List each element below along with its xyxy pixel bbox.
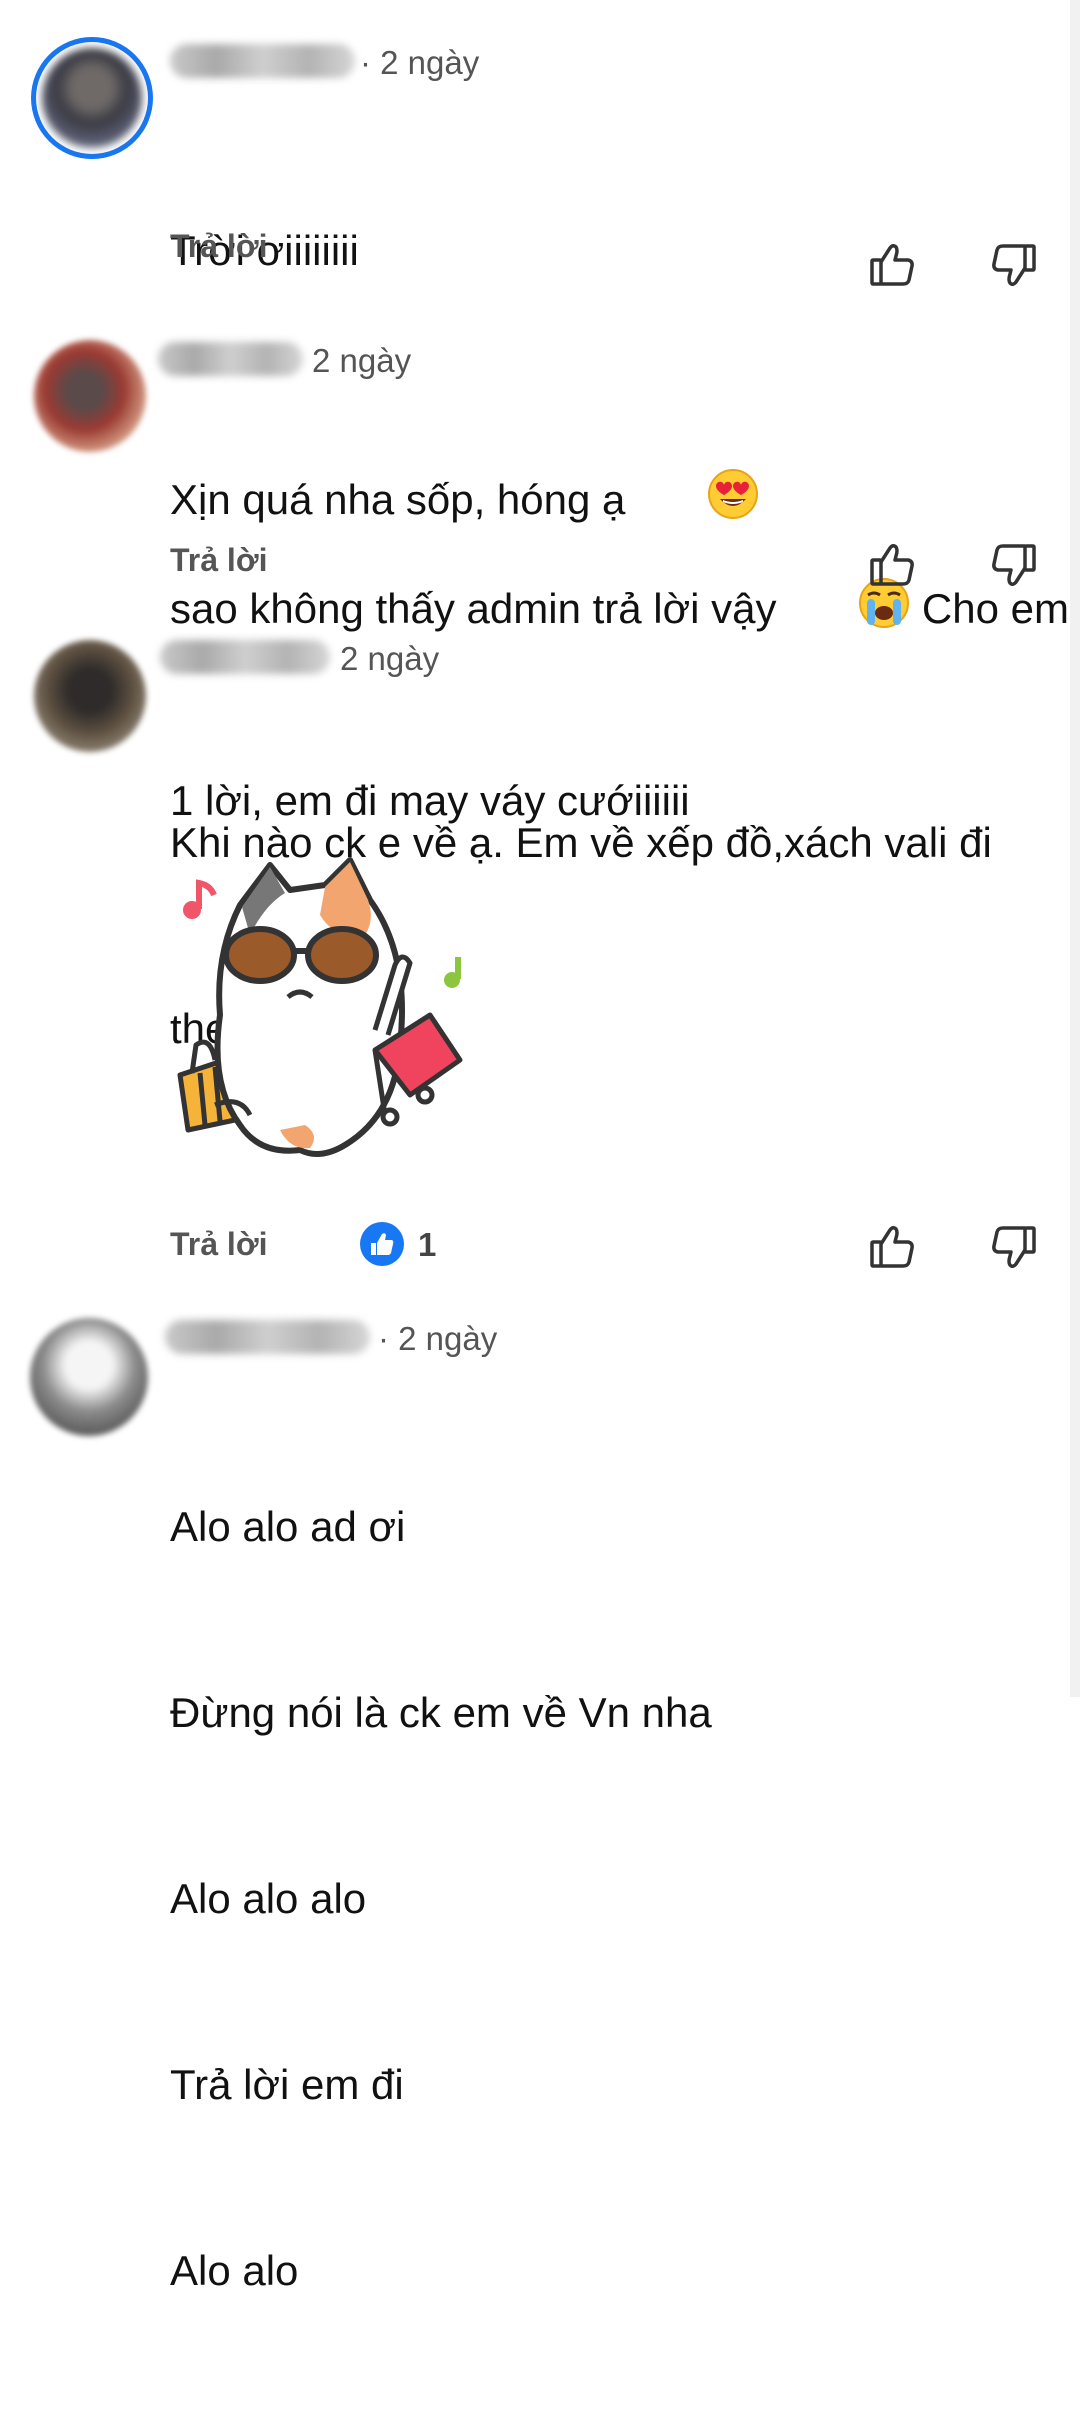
comment-time: 2 ngày (340, 640, 440, 677)
comment-line: Alo alo (170, 2247, 299, 2294)
like-count: 1 (418, 1226, 437, 1263)
avatar[interactable] (34, 340, 146, 452)
like-reaction-icon[interactable] (360, 1222, 404, 1266)
comment-line: Đừng nói là ck em về Vn nha (170, 1689, 712, 1736)
thumbs-up-icon[interactable] (868, 240, 918, 290)
username-blurred[interactable] (170, 44, 355, 78)
comment-line: Alo alo alo (170, 1875, 367, 1922)
comment-time: · 2 ngày (360, 44, 480, 81)
music-note-icon (444, 957, 461, 988)
scroll-edge (1070, 0, 1080, 1697)
avatar[interactable] (34, 640, 146, 752)
username-blurred[interactable] (158, 342, 303, 376)
reply-button[interactable]: Trả lời (170, 1226, 267, 1263)
comment-time: · 2 ngày (378, 1320, 498, 1357)
comment-text: Alo alo ad ơi Đừng nói là ck em về Vn nh… (170, 1372, 712, 2426)
username-blurred[interactable] (165, 1320, 370, 1354)
avatar[interactable] (36, 42, 148, 154)
thumbs-down-icon[interactable] (988, 1222, 1038, 1272)
reply-button[interactable]: Trả lời (170, 228, 267, 265)
thumbs-down-icon[interactable] (988, 240, 1038, 290)
thumbs-down-icon[interactable] (988, 540, 1038, 590)
reply-button[interactable]: Trả lời (170, 542, 267, 579)
cat-with-suitcase-sticker[interactable] (170, 845, 500, 1185)
comment-line: Trả lời em đi (170, 2061, 404, 2108)
avatar[interactable] (30, 1318, 148, 1436)
comment-line: sao không thấy admin trả lời vậy Cho em (170, 515, 1069, 646)
thumbs-up-icon[interactable] (868, 540, 918, 590)
comment-time: 2 ngày (312, 342, 412, 379)
comment-line: Alo alo ad ơi (170, 1503, 406, 1550)
thumbs-up-icon[interactable] (868, 1222, 918, 1272)
music-note-icon (183, 879, 217, 919)
username-blurred[interactable] (160, 640, 330, 674)
